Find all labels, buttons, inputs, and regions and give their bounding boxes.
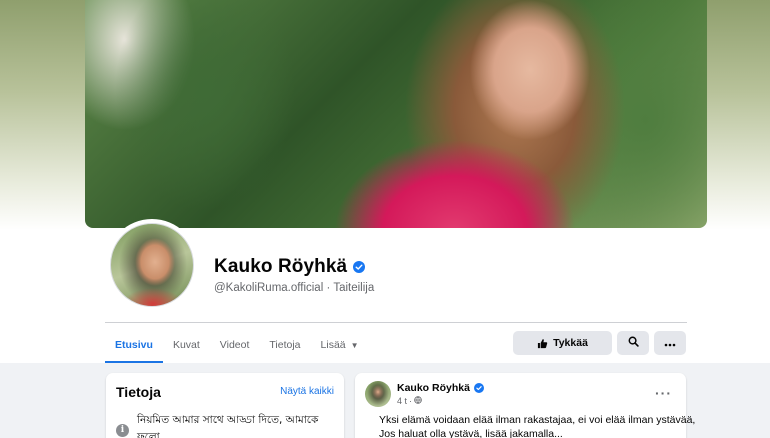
verified-badge-icon — [473, 383, 484, 393]
about-info-row: i নিয়মিত আমার সাথে আড্ডা দিতে, আমাকে ফল… — [116, 413, 344, 438]
search-button[interactable] — [617, 331, 649, 355]
post-options-button[interactable]: ··· — [655, 385, 672, 401]
tab-videot[interactable]: Videot — [210, 330, 260, 360]
about-title: Tietoja — [116, 384, 161, 400]
tab-kuvat[interactable]: Kuvat — [163, 330, 210, 360]
tab-label: Videot — [219, 339, 250, 351]
tab-label: Tietoja — [269, 339, 301, 351]
search-icon — [628, 334, 639, 352]
post-body: Yksi elämä voidaan elää ilman rakastajaa… — [379, 413, 696, 438]
post-author-name[interactable]: Kauko Röyhkä — [397, 382, 470, 394]
info-icon: i — [116, 423, 129, 437]
about-intro-text: নিয়মিত আমার সাথে আড্ডা দিতে, আমাকে ফলো — [136, 414, 319, 438]
more-horizontal-icon — [664, 334, 676, 352]
tab-tietoja[interactable]: Tietoja — [259, 330, 310, 360]
cover-photo[interactable] — [85, 0, 707, 228]
more-button[interactable] — [654, 331, 686, 355]
tab-label: Kuvat — [172, 339, 200, 351]
profile-picture[interactable] — [110, 223, 194, 307]
tab-lisaa[interactable]: Lisää ▼ — [311, 330, 369, 360]
caret-down-icon: ▼ — [350, 340, 359, 350]
subline-separator: · — [326, 282, 331, 294]
see-all-link[interactable]: Näytä kaikki — [280, 386, 334, 397]
post-text-line: Yksi elämä voidaan elää ilman rakastajaa… — [379, 414, 696, 426]
profile-handle: @KakoliRuma.official — [214, 282, 324, 294]
tab-label: Etusivu — [115, 339, 153, 351]
profile-name-row: Kauko Röyhkä — [214, 256, 366, 278]
profile-category: Taiteilija — [333, 282, 375, 294]
about-card: Tietoja Näytä kaikki i নিয়মিত আমার সাথে… — [106, 373, 344, 438]
post-time[interactable]: 4 t — [397, 396, 407, 406]
post-author-avatar[interactable] — [365, 381, 391, 407]
verified-badge-icon — [353, 261, 366, 273]
profile-tabs: Etusivu Kuvat Videot Tietoja Lisää ▼ — [105, 330, 369, 363]
thumbs-up-icon — [537, 338, 548, 349]
tab-etusivu[interactable]: Etusivu — [105, 330, 163, 363]
profile-subline: @KakoliRuma.official · Taiteilija — [214, 282, 374, 294]
profile-name: Kauko Röyhkä — [214, 256, 348, 277]
post-meta: 4 t · — [397, 396, 422, 406]
like-label: Tykkää — [553, 337, 588, 349]
post-author-row: Kauko Röyhkä — [397, 382, 484, 394]
tab-label: Lisää — [320, 339, 346, 351]
profile-divider — [105, 322, 687, 323]
post-text-line: Jos haluat olla ystävä, lisää jakamalla.… — [379, 428, 563, 438]
post-meta-dot: · — [409, 396, 413, 406]
like-button[interactable]: Tykkää — [513, 331, 612, 355]
globe-icon — [414, 396, 422, 406]
post-card: Kauko Röyhkä 4 t · ··· Yksi elämä voidaa… — [355, 373, 696, 438]
